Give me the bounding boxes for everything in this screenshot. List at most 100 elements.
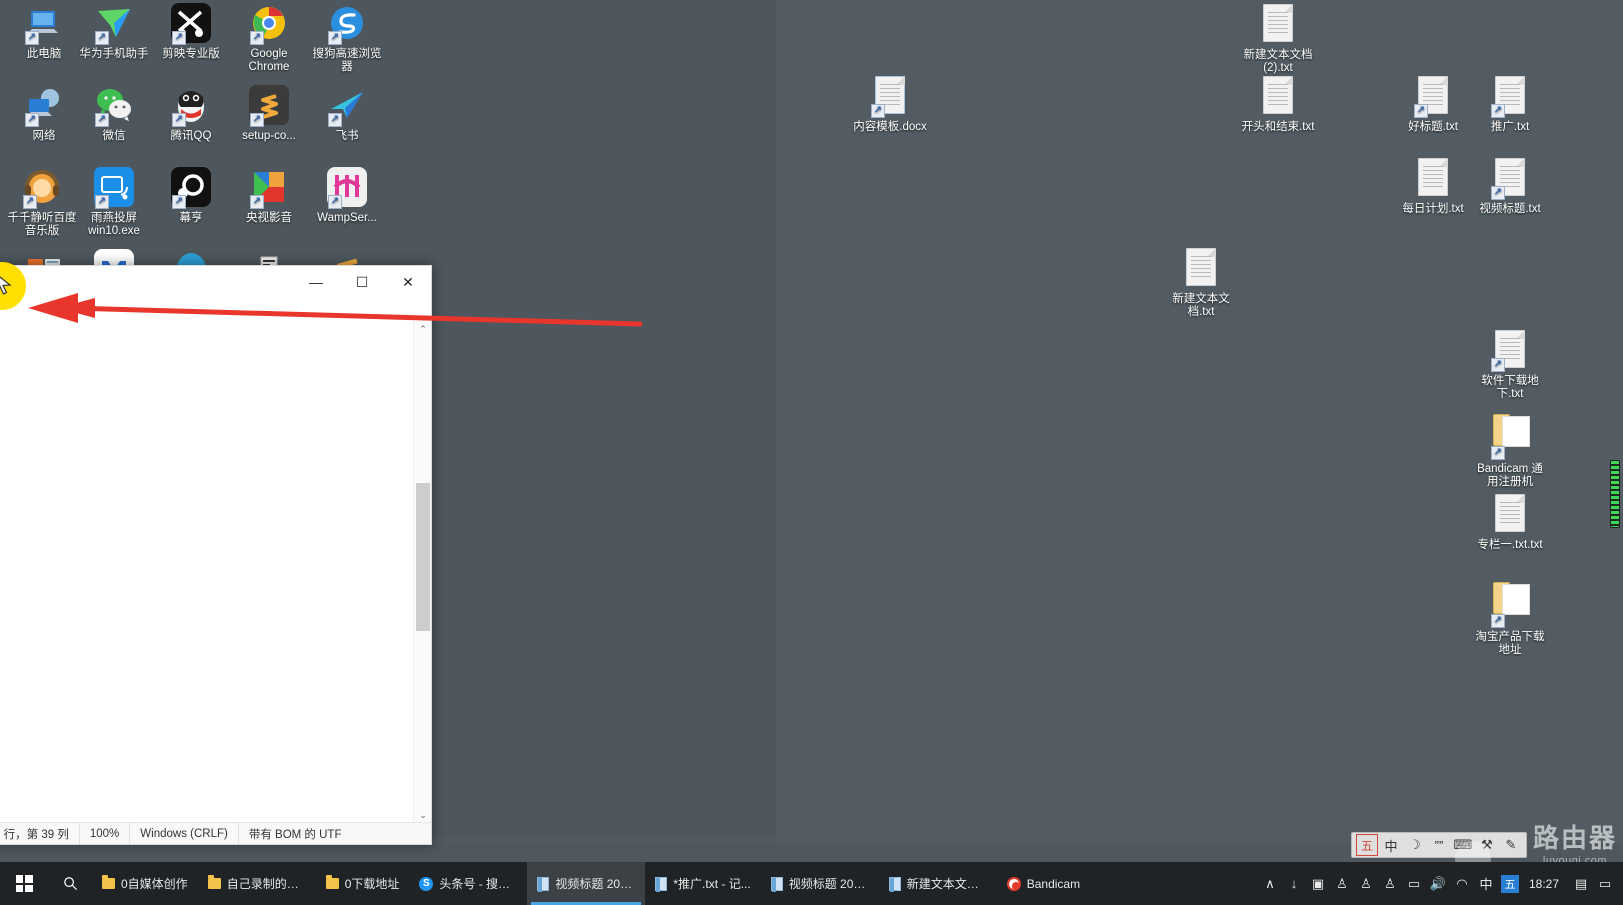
desktop-icon-label: 网络 xyxy=(32,130,56,142)
taskbar-button[interactable]: *推广.txt - 记... xyxy=(645,862,760,905)
desktop-icon-label: 千千静听百度音乐版 xyxy=(7,212,77,237)
qq-penguin-icon-2[interactable]: ♙ xyxy=(1354,862,1378,905)
taskbar-button-label: 0自媒体创作 xyxy=(121,877,188,891)
desktop-icon-muheng[interactable]: 幕亨 xyxy=(153,166,229,225)
desktop-icon-file[interactable]: 新建文本文档 (2).txt xyxy=(1240,2,1316,75)
huawei-phone-assistant-icon xyxy=(93,3,135,45)
ime-wubi-icon[interactable]: 五 xyxy=(1356,834,1378,856)
shortcut-overlay-icon xyxy=(1491,614,1505,628)
desktop-icon-file[interactable]: Bandicam 通用注册机 xyxy=(1472,410,1548,489)
desktop-icon-file[interactable]: 每日计划.txt xyxy=(1395,156,1471,216)
green-scroll-indicator xyxy=(1610,460,1620,528)
file-glyph xyxy=(1489,414,1531,460)
desktop-icon-label: 剪映专业版 xyxy=(162,48,220,60)
desktop-icon-file[interactable]: 视频标题.txt xyxy=(1472,156,1548,216)
desktop-icon-label: 淘宝产品下载地址 xyxy=(1475,631,1545,656)
notepad-window[interactable]: — ☐ ✕ 首 4屏】 ⌃ ⌄ 第 39 行，第 39 列 100% Windo… xyxy=(0,265,432,845)
notepad-titlebar[interactable]: — ☐ ✕ xyxy=(0,266,431,308)
taskbar-button-label: 自己录制的视频 xyxy=(226,877,306,891)
desktop-icon-sublime-setup[interactable]: setup-co... xyxy=(231,84,307,143)
taskbar-button[interactable]: 0下载地址 xyxy=(316,862,410,905)
taskbar-button[interactable]: Bandicam xyxy=(997,862,1090,905)
desktop-icon-network[interactable]: 网络 xyxy=(6,84,82,143)
qq-penguin-icon-1[interactable]: ♙ xyxy=(1330,862,1354,905)
taskbar-button[interactable]: 0自媒体创作 xyxy=(92,862,198,905)
start-button[interactable] xyxy=(0,862,48,905)
desktop-icon-file[interactable]: 好标题.txt xyxy=(1395,74,1471,134)
desktop-icon-label: 幕亨 xyxy=(179,212,203,224)
desktop-icon-label: 新建文本文档.txt xyxy=(1172,293,1230,318)
desktop-icon-label: 新建文本文档 (2).txt xyxy=(1243,49,1313,74)
desktop-icon-tencent-qq[interactable]: 腾讯QQ xyxy=(153,84,229,143)
file-glyph xyxy=(1412,158,1454,200)
desktop-icon-file[interactable]: 淘宝产品下载地址 xyxy=(1472,578,1548,657)
taskbar-buttons: 0自媒体创作 自己录制的视频 0下载地址 S 头条号 - 搜狗... 视频标题 202..… xyxy=(92,862,1090,905)
taskbar-button[interactable]: 新建文本文档... xyxy=(879,862,997,905)
desktop-icon-wampserver[interactable]: WampSer... xyxy=(309,166,385,225)
status-encoding: 带有 BOM 的 UTF xyxy=(248,828,342,841)
action-center-icon[interactable]: ▭ xyxy=(1593,862,1617,905)
taskbar[interactable]: 0自媒体创作 自己录制的视频 0下载地址 S 头条号 - 搜狗... 视频标题 202..… xyxy=(0,862,1623,905)
taskbar-button[interactable]: 视频标题 202... xyxy=(761,862,879,905)
desktop-icon-file[interactable]: 新建文本文档.txt xyxy=(1163,246,1239,319)
system-tray[interactable]: ∧ ↓ ▣ ♙ ♙ ♙ ▭ 🔊 ◠ 中五 18:27 ▤ ▭ xyxy=(1258,862,1623,905)
shortcut-overlay-icon xyxy=(172,195,186,209)
taskbar-button[interactable]: 视频标题 202... xyxy=(527,862,646,905)
notification-icon[interactable]: ▤ xyxy=(1569,862,1593,905)
ime-punctuation-icon[interactable]: ”” xyxy=(1428,834,1450,856)
desktop-icon-file[interactable]: 开头和结束.txt xyxy=(1240,74,1316,134)
notepad-text-area[interactable]: 首 4屏】 xyxy=(0,321,431,824)
taskbar-button[interactable]: 自己录制的视频 xyxy=(198,862,316,905)
desktop-icon-qianqian-music[interactable]: 千千静听百度音乐版 xyxy=(4,166,80,238)
feishu-icon xyxy=(326,85,368,127)
ime-chinese-icon[interactable]: 中 xyxy=(1380,834,1402,856)
desktop-icon-file[interactable]: 推广.txt xyxy=(1472,74,1548,134)
desktop-icon-jianying[interactable]: 剪映专业版 xyxy=(153,2,229,61)
clock[interactable]: 18:27 xyxy=(1519,877,1569,891)
desktop-icon-label: 软件下载地下.txt xyxy=(1481,375,1539,400)
volume-icon[interactable]: 🔊 xyxy=(1426,862,1450,905)
desktop-icon-label: 开头和结束.txt xyxy=(1241,121,1315,133)
ime-lang-icon[interactable]: 中 xyxy=(1474,862,1498,905)
minimize-button[interactable]: — xyxy=(293,266,339,298)
desktop-icon-label: 每日计划.txt xyxy=(1402,203,1464,215)
desktop-icon-label: WampSer... xyxy=(317,212,377,224)
desktop-icon-this-pc[interactable]: 此电脑 xyxy=(6,2,82,61)
wifi-icon[interactable]: ◠ xyxy=(1450,862,1474,905)
qq-penguin-icon-3[interactable]: ♙ xyxy=(1378,862,1402,905)
taskbar-button-label: 视频标题 202... xyxy=(788,877,869,891)
show-hidden-icons-button[interactable]: ∧ xyxy=(1258,862,1282,905)
desktop-icon-chrome[interactable]: Google Chrome xyxy=(231,2,307,74)
battery-icon[interactable]: ▭ xyxy=(1402,862,1426,905)
ime-mode-icon[interactable]: 五 xyxy=(1500,874,1519,893)
notepad-icon xyxy=(537,876,550,892)
tencent-qq-icon xyxy=(170,85,212,127)
desktop-icon-sogou-browser[interactable]: 搜狗高速浏览器 xyxy=(309,2,385,74)
maximize-button[interactable]: ☐ xyxy=(339,266,385,298)
mouse-cursor-icon xyxy=(0,276,12,295)
ime-halfwidth-icon[interactable]: ☽ xyxy=(1404,834,1426,856)
notepad-vertical-scrollbar[interactable]: ⌃ ⌄ xyxy=(413,321,431,824)
shortcut-overlay-icon xyxy=(95,195,109,209)
desktop-icon-huawei-phone-assistant[interactable]: 华为手机助手 xyxy=(76,2,152,61)
desktop-icon-wechat[interactable]: 微信 xyxy=(76,84,152,143)
close-button[interactable]: ✕ xyxy=(385,266,431,298)
shortcut-overlay-icon xyxy=(328,113,342,127)
desktop-icon-cctv-video[interactable]: 央视影音 xyxy=(231,166,307,225)
bandicam-icon xyxy=(1006,876,1021,891)
screenshot-tool-icon[interactable]: ▣ xyxy=(1306,862,1330,905)
scrollbar-thumb[interactable] xyxy=(416,483,430,631)
desktop-icon-feishu[interactable]: 飞书 xyxy=(309,84,385,143)
file-glyph xyxy=(1412,76,1454,118)
ime-settings-icon[interactable]: ✎ xyxy=(1500,834,1522,856)
scroll-up-arrow-icon[interactable]: ⌃ xyxy=(414,321,431,338)
desktop-icon-file[interactable]: 专栏一.txt.txt xyxy=(1472,492,1548,552)
ime-floating-toolbar[interactable]: 五中 ☽”” ⌨ ⚒ ✎ xyxy=(1351,832,1527,858)
taskbar-button[interactable]: S 头条号 - 搜狗... xyxy=(409,862,527,905)
desktop-icon-yuyan-cast[interactable]: 雨燕投屏 win10.exe xyxy=(76,166,152,238)
search-button[interactable] xyxy=(48,862,92,905)
desktop-icon-label: 央视影音 xyxy=(246,212,292,224)
desktop-icon-file[interactable]: 内容模板.docx xyxy=(852,74,928,134)
usb-icon[interactable]: ↓ xyxy=(1282,862,1306,905)
desktop-icon-file[interactable]: 软件下载地下.txt xyxy=(1472,328,1548,401)
